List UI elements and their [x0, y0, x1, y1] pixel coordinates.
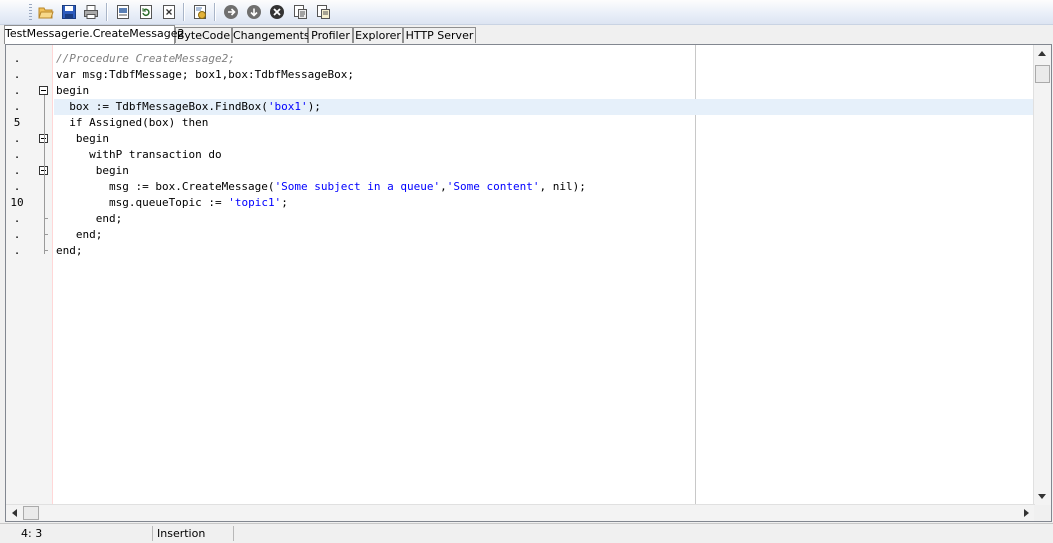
trace-button[interactable] [314, 3, 332, 21]
down-button[interactable] [245, 3, 263, 21]
code-token: begin [95, 164, 129, 177]
line-number: . [13, 180, 21, 193]
code-token: , [440, 180, 447, 193]
horizontal-scroll-thumb[interactable] [23, 506, 39, 520]
refresh-document-button[interactable] [137, 3, 155, 21]
run-script-icon [194, 5, 206, 19]
code-string: 'topic1' [228, 196, 282, 209]
code-line[interactable]: end; [56, 227, 103, 243]
line-number: . [13, 68, 21, 81]
code-string: 'box1' [267, 100, 308, 113]
close-document-icon [163, 5, 175, 19]
code-line[interactable]: msg := box.CreateMessage('Some subject i… [56, 179, 586, 195]
code-line[interactable]: begin [56, 163, 129, 179]
trace-document-icon [317, 5, 330, 19]
code-token: msg.queueTopic := [108, 196, 229, 209]
status-extra [234, 526, 354, 541]
code-token: begin [56, 84, 90, 97]
code-token: msg := box.CreateMessage( [108, 180, 275, 193]
code-token: , nil); [539, 180, 586, 193]
code-comment: //Procedure CreateMessage2; [56, 52, 235, 65]
close-document-button[interactable] [160, 3, 178, 21]
open-button[interactable] [37, 3, 55, 21]
vertical-scroll-thumb[interactable] [1035, 65, 1050, 83]
horizontal-scrollbar[interactable] [6, 504, 1035, 521]
line-number: . [13, 212, 21, 225]
forward-button[interactable] [222, 3, 240, 21]
edit-mode: Insertion [153, 526, 234, 541]
tab-testmessagerie-createmessage2[interactable]: TestMessagerie.CreateMessage2 [4, 25, 184, 44]
scroll-left-icon[interactable] [12, 509, 17, 517]
line-number: . [13, 132, 21, 145]
code-line[interactable]: begin [56, 83, 89, 99]
code-line[interactable]: if Assigned(box) then [56, 115, 208, 131]
code-line[interactable]: //Procedure CreateMessage2; [56, 51, 235, 67]
code-line[interactable]: end; [56, 243, 83, 259]
code-token: end; [56, 244, 83, 257]
scroll-up-icon[interactable] [1038, 51, 1046, 56]
code-editor[interactable]: .... 5.... 10... //Procedure CreateMessage… [5, 44, 1052, 522]
status-bar: 4: 3 Insertion [0, 523, 1053, 543]
code-string: 'Some subject in a queue' [274, 180, 441, 193]
line-number: . [13, 100, 21, 113]
scroll-down-icon[interactable] [1038, 494, 1046, 499]
code-token: begin [75, 132, 109, 145]
tab-http-server[interactable]: HTTP Server [403, 27, 476, 43]
step-button[interactable] [291, 3, 309, 21]
line-number: 10 [10, 196, 24, 209]
code-token: ; [281, 196, 288, 209]
line-number: . [13, 244, 21, 257]
tab-profiler[interactable]: Profiler [308, 27, 353, 43]
tab-changements[interactable]: Changements [232, 27, 310, 43]
line-number: . [13, 228, 21, 241]
code-line[interactable]: msg.queueTopic := 'topic1'; [56, 195, 288, 211]
code-line[interactable]: withP transaction do [56, 147, 222, 163]
toolbar [0, 0, 1053, 25]
print-button[interactable] [82, 3, 100, 21]
new-document-button[interactable] [114, 3, 132, 21]
line-number: . [13, 148, 21, 161]
tab-explorer[interactable]: Explorer [353, 27, 403, 43]
run-script-button[interactable] [191, 3, 209, 21]
tab-bar: TestMessagerie.CreateMessage2 ByteCode C… [0, 25, 1053, 44]
code-line[interactable]: begin [56, 131, 109, 147]
print-icon [84, 5, 98, 19]
folder-open-icon [38, 7, 54, 19]
code-token: withP transaction do [89, 148, 222, 161]
arrow-down-icon [247, 5, 261, 19]
scroll-right-icon[interactable] [1024, 509, 1029, 517]
line-number: . [13, 164, 21, 177]
code-token: end; [95, 212, 123, 225]
code-line[interactable]: var msg:TdbfMessage; box1,box:TdbfMessag… [56, 67, 354, 83]
code-token: if Assigned(box) then [69, 116, 209, 129]
line-number: 5 [13, 116, 21, 129]
save-icon [62, 5, 76, 19]
code-token: ); [307, 100, 321, 113]
code-token: box := TdbfMessageBox.FindBox( [69, 100, 268, 113]
stop-button[interactable] [268, 3, 286, 21]
code-token: end; [75, 228, 103, 241]
vertical-scrollbar[interactable] [1033, 45, 1051, 505]
toolbar-grip[interactable] [29, 4, 32, 20]
step-document-icon [294, 5, 307, 19]
cursor-position: 4: 3 [17, 526, 153, 541]
code-string: 'Some content' [446, 180, 540, 193]
save-button[interactable] [60, 3, 78, 21]
code-line[interactable]: box := TdbfMessageBox.FindBox('box1'); [56, 99, 321, 115]
arrow-right-icon [224, 5, 238, 19]
stop-icon [270, 5, 284, 19]
refresh-document-icon [140, 5, 152, 19]
line-number: . [13, 84, 21, 97]
line-number: . [13, 52, 21, 65]
fold-toggle-icon[interactable] [39, 86, 48, 95]
code-token: var msg:TdbfMessage; box1,box:TdbfMessag… [56, 68, 355, 81]
code-line[interactable]: end; [56, 211, 123, 227]
new-document-icon [117, 5, 129, 19]
